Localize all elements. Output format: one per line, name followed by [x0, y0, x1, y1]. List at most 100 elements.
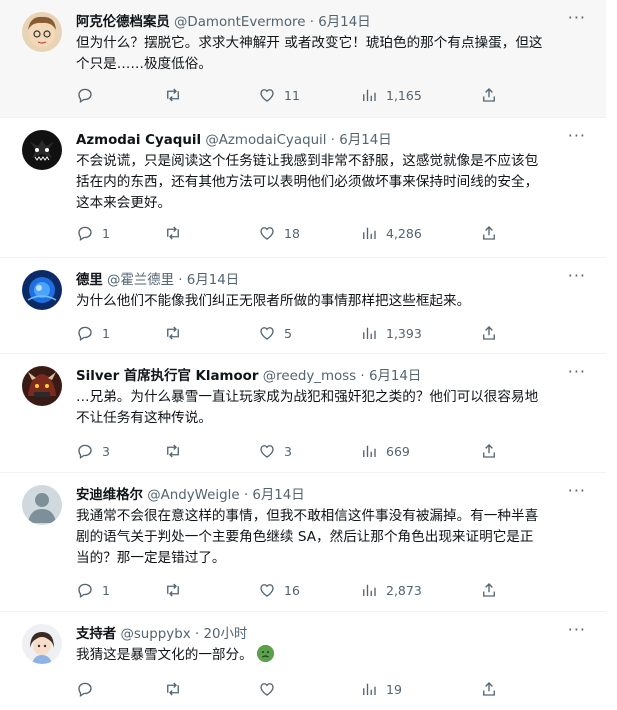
user-handle[interactable]: @reedy_moss	[263, 369, 356, 384]
share-icon	[483, 444, 495, 458]
share-icon	[483, 583, 495, 597]
action-bar: 1 18 4,286	[76, 222, 516, 244]
views-button[interactable]: 1,393	[360, 322, 422, 344]
view-count: 19	[386, 681, 402, 697]
avatar[interactable]	[22, 366, 62, 406]
tweet-date[interactable]: 6月14日	[318, 15, 370, 30]
reply-icon	[78, 326, 92, 342]
user-handle[interactable]: @DamontEvermore	[174, 15, 305, 30]
display-name[interactable]: 德里	[76, 273, 103, 288]
display-name[interactable]: Azmodai Cyaquil	[76, 133, 201, 148]
avatar[interactable]	[22, 485, 62, 525]
tweet-text-line: 当的？那一定是错过了。	[76, 550, 226, 566]
reply-button[interactable]: 1	[76, 322, 110, 344]
tweet-text-line: 我通常不会很在意这样的事情，但我不敢相信这件事没有被漏掉。有一种半喜	[76, 508, 539, 524]
reply-button[interactable]: 1	[76, 579, 110, 601]
like-button[interactable]: 3	[258, 440, 292, 462]
tweet-date[interactable]: 20小时	[203, 627, 247, 642]
retweet-button[interactable]	[164, 678, 190, 700]
like-button[interactable]: 11	[258, 84, 300, 106]
more-options-icon[interactable]: ···	[568, 362, 586, 381]
reply-count: 3	[102, 443, 110, 459]
share-button[interactable]	[480, 579, 498, 601]
user-handle[interactable]: @AzmodaiCyaquil	[205, 133, 326, 148]
views-button[interactable]: 1,165	[360, 84, 422, 106]
reply-count: 1	[102, 325, 110, 341]
share-button[interactable]	[480, 222, 498, 244]
action-bar: 3 3 669	[76, 440, 516, 462]
more-options-icon[interactable]: ···	[568, 266, 586, 285]
tweet-text: 为什么他们不能像我们纠正无限者所做的事情那样把这些框起来。	[76, 291, 584, 312]
like-count: 3	[284, 443, 292, 459]
view-count: 1,165	[386, 87, 422, 103]
reply-button[interactable]: 1	[76, 222, 110, 244]
tweet[interactable]: Azmodai Cyaquil @AzmodaiCyaquil · 6月14日 …	[0, 118, 606, 258]
more-options-icon[interactable]: ···	[568, 8, 586, 27]
avatar[interactable]	[22, 12, 62, 52]
separator-dot: ·	[243, 488, 249, 503]
tweet[interactable]: 支持者 @suppybx · 20小时 ··· 我猜这是暴雪文化的一部分。 19	[0, 612, 606, 710]
views-icon	[363, 89, 376, 101]
views-button[interactable]: 669	[360, 440, 410, 462]
tweet[interactable]: 安迪维格尔 @AndyWeigle · 6月14日 ··· 我通常不会很在意这样…	[0, 473, 606, 612]
like-button[interactable]: 18	[258, 222, 300, 244]
tweet-date[interactable]: 6月14日	[339, 133, 391, 148]
retweet-button[interactable]	[164, 579, 190, 601]
reply-button[interactable]: 3	[76, 440, 110, 462]
retweet-icon	[167, 226, 179, 240]
tweet[interactable]: 阿克伦德档案员 @DamontEvermore · 6月14日 ··· 但为什么…	[0, 0, 606, 118]
views-icon	[363, 327, 376, 339]
reply-count: 1	[102, 582, 110, 598]
share-button[interactable]	[480, 440, 498, 462]
action-bar: 11 1,165	[76, 84, 516, 106]
tweet-text: 我通常不会很在意这样的事情，但我不敢相信这件事没有被漏掉。有一种半喜 剧的语气关…	[76, 506, 584, 569]
like-button[interactable]	[258, 678, 284, 700]
more-options-icon[interactable]: ···	[568, 126, 586, 145]
tweet-text: 但为什么？摆脱它。求求大神解开 或者改变它！琥珀色的那个有点操蛋，但这 个只是……	[76, 33, 584, 75]
retweet-icon	[167, 88, 179, 102]
views-button[interactable]: 19	[360, 678, 402, 700]
separator-dot: ·	[330, 133, 336, 148]
reply-button[interactable]	[76, 678, 102, 700]
display-name[interactable]: 安迪维格尔	[76, 488, 143, 503]
separator-dot: ·	[194, 627, 200, 642]
more-options-icon[interactable]: ···	[568, 620, 586, 639]
retweet-button[interactable]	[164, 84, 190, 106]
avatar[interactable]	[22, 130, 62, 170]
like-button[interactable]: 16	[258, 579, 300, 601]
action-bar: 1 16 2,873	[76, 579, 516, 601]
tweet[interactable]: Silver 首席执行官 Klamoor @reedy_moss · 6月14日…	[0, 354, 606, 473]
user-handle[interactable]: @suppybx	[120, 627, 190, 642]
avatar[interactable]	[22, 624, 62, 664]
views-icon	[363, 227, 376, 239]
views-button[interactable]: 4,286	[360, 222, 422, 244]
share-button[interactable]	[480, 322, 498, 344]
retweet-button[interactable]	[164, 440, 190, 462]
like-button[interactable]: 5	[258, 322, 292, 344]
tweet-date[interactable]: 6月14日	[187, 273, 239, 288]
tweet-text-line: 括在内的东西，还有其他方法可以表明他们必须做坏事来保持时间线的安全，	[76, 174, 539, 190]
display-name[interactable]: 支持者	[76, 627, 116, 642]
view-count: 2,873	[386, 582, 422, 598]
tweet-text-line: 为什么他们不能像我们纠正无限者所做的事情那样把这些框起来。	[76, 293, 471, 309]
retweet-button[interactable]	[164, 222, 190, 244]
tweet[interactable]: 德里 @霍兰德里 · 6月14日 ··· 为什么他们不能像我们纠正无限者所做的事…	[0, 258, 606, 354]
retweet-icon	[167, 326, 179, 340]
views-button[interactable]: 2,873	[360, 579, 422, 601]
user-handle[interactable]: @AndyWeigle	[147, 488, 239, 503]
reply-button[interactable]	[76, 84, 102, 106]
share-button[interactable]	[480, 678, 498, 700]
more-options-icon[interactable]: ···	[568, 481, 586, 500]
share-button[interactable]	[480, 84, 498, 106]
display-name[interactable]: Silver 首席执行官 Klamoor	[76, 369, 258, 384]
tweet-header: 安迪维格尔 @AndyWeigle · 6月14日	[76, 483, 586, 503]
display-name[interactable]: 阿克伦德档案员	[76, 15, 170, 30]
avatar[interactable]	[22, 270, 62, 310]
retweet-button[interactable]	[164, 322, 190, 344]
user-handle[interactable]: @霍兰德里	[107, 273, 174, 288]
separator-dot: ·	[360, 369, 365, 384]
tweet-date[interactable]: 6月14日	[252, 488, 304, 503]
tweet-date[interactable]: 6月14日	[369, 369, 421, 384]
share-icon	[483, 682, 495, 696]
heart-icon	[260, 683, 274, 696]
